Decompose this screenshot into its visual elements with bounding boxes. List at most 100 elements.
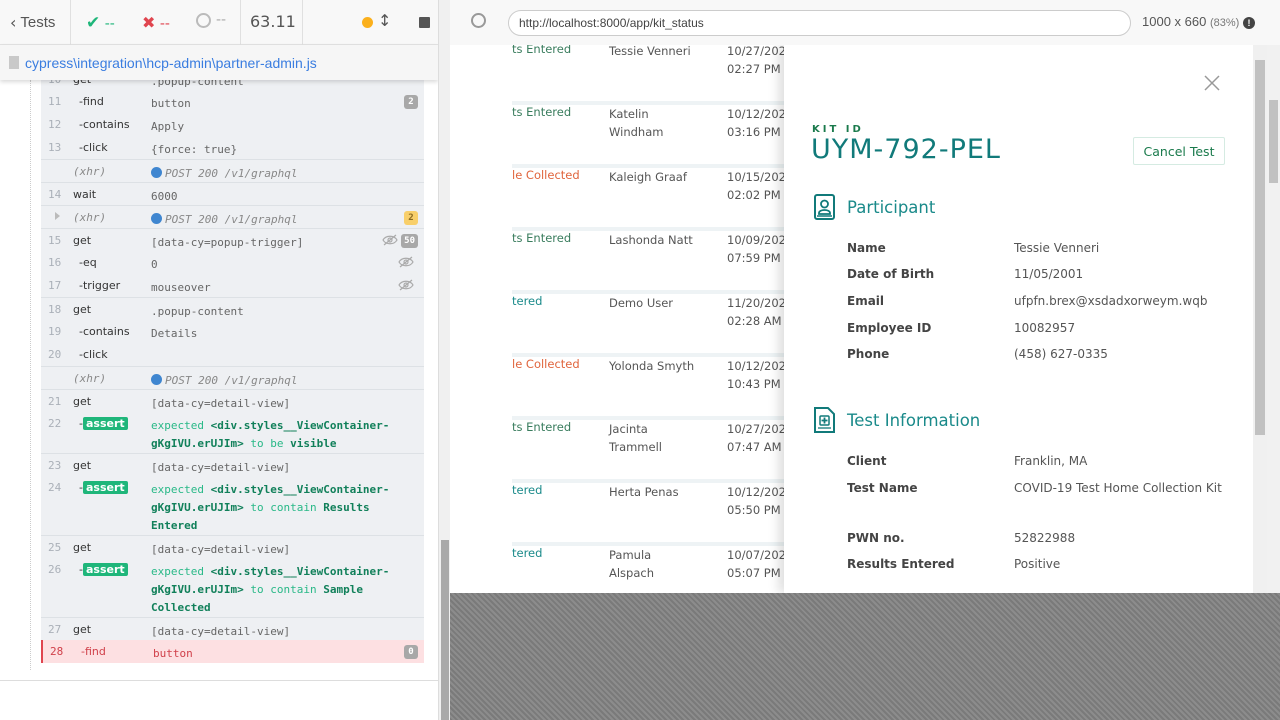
command-name: get [73, 541, 91, 554]
command-number: 13 [48, 141, 62, 154]
field-label: PWN no. [847, 531, 905, 545]
command-row[interactable]: 19 -contains Details [41, 320, 424, 343]
command-message: .popup-content [151, 303, 401, 321]
time: 10:43 PM [727, 377, 781, 391]
command-row[interactable]: 26 - assert expected <div.styles__ViewConta… [41, 558, 424, 617]
command-name: get [73, 623, 91, 636]
command-name-text: eq [82, 256, 97, 269]
browser-header: http://localhost:8000/app/kit_status 100… [450, 0, 1280, 45]
xhr-log-row[interactable]: (xhr) POST 200 /v1/graphql [41, 366, 424, 389]
drawer-scrollbar[interactable] [1253, 45, 1267, 593]
back-to-tests-button[interactable]: ‹ Tests [10, 13, 55, 32]
expand-caret-icon[interactable] [55, 212, 60, 220]
command-row[interactable]: 20 -click [41, 343, 424, 366]
field-label: Name [847, 241, 886, 255]
field-value: ufpfn.brex@xsdadxorweym.wqb [1014, 294, 1208, 308]
chevron-left-icon: ‹ [10, 13, 17, 32]
command-row[interactable]: 18 get .popup-content [41, 297, 424, 320]
field-label: Results Entered [847, 557, 955, 571]
participant-heading: Participant [847, 197, 936, 217]
command-message: 0 [151, 256, 401, 274]
field-value: Franklin, MA [1014, 454, 1088, 468]
command-row[interactable]: 28 -find button 0 [41, 640, 424, 663]
running-indicator-icon [362, 17, 373, 28]
command-number: 18 [48, 303, 62, 316]
field-label: Test Name [847, 481, 918, 495]
status-cell: tered [512, 294, 543, 308]
command-row[interactable]: 25 get [data-cy=detail-view] [41, 535, 424, 558]
date: 10/27/202 [727, 422, 786, 436]
url-bar[interactable]: http://localhost:8000/app/kit_status [508, 10, 1131, 36]
file-icon [9, 56, 19, 69]
spec-path-link[interactable]: cypress\integration\hcp-admin\partner-ad… [25, 55, 317, 71]
command-row[interactable]: 23 get [data-cy=detail-view] [41, 453, 424, 476]
command-number: 14 [48, 188, 62, 201]
field-label: Date of Birth [847, 267, 935, 281]
date: 10/15/202 [727, 170, 786, 184]
date-cell: 10/09/202 07:59 PM [727, 231, 786, 267]
count-badge: 50 [401, 234, 418, 248]
command-number: 21 [48, 395, 62, 408]
message-part: to contain [250, 583, 317, 596]
command-number: 23 [48, 459, 62, 472]
xhr-log-row[interactable]: (xhr) POST 200 /v1/graphql [41, 159, 424, 182]
date: 10/12/202 [727, 107, 786, 121]
command-message: POST 200 /v1/graphql [151, 372, 401, 390]
command-row[interactable]: 17 -trigger mouseover [41, 274, 424, 297]
stop-button[interactable] [419, 17, 430, 28]
command-name-text: contains [82, 325, 130, 338]
time: 07:47 AM [727, 440, 782, 454]
command-row[interactable]: 27 get [data-cy=detail-view] [41, 617, 424, 640]
command-name: (xhr) [73, 165, 107, 178]
message-part: 6000 [151, 190, 178, 203]
page-scrollbar[interactable] [1267, 45, 1280, 593]
reporter-scrollbar[interactable] [438, 0, 450, 720]
field-value: 52822988 [1014, 531, 1076, 545]
command-row[interactable]: 14 wait 6000 [41, 182, 424, 205]
auto-scroll-toggle-icon[interactable]: ↕ [378, 11, 391, 30]
pending-count: -- [196, 12, 226, 28]
status-cell: tered [512, 546, 543, 560]
date-cell: 11/20/202 02:28 AM [727, 294, 786, 330]
selector-playground-icon[interactable] [471, 13, 486, 28]
app-viewport: ts Entered Tessie Venneri 10/27/202 02:27 P… [450, 45, 1280, 593]
field-value: Positive [1014, 557, 1061, 571]
command-message: POST 200 /v1/graphql [151, 211, 401, 229]
participant-name-cell: Lashonda Natt [609, 233, 693, 247]
command-name: - assert [79, 563, 128, 576]
command-row[interactable]: 13 -click {force: true} [41, 136, 424, 159]
close-icon[interactable] [1202, 73, 1222, 93]
cancel-test-button[interactable]: Cancel Test [1133, 137, 1225, 165]
message-part: {force: true} [151, 143, 238, 156]
command-name: get [73, 459, 91, 472]
date: 10/12/202 [727, 359, 786, 373]
message-part: Apply [151, 120, 185, 133]
command-message: button [151, 95, 401, 113]
xhr-status-dot-icon [151, 374, 162, 385]
command-message: [data-cy=detail-view] [151, 459, 401, 477]
command-name: wait [73, 188, 96, 201]
command-row[interactable]: 15 get [data-cy=popup-trigger] 50 [41, 228, 424, 251]
command-row[interactable]: 21 get [data-cy=detail-view] [41, 389, 424, 412]
cypress-runner-panel: ‹ Tests ✔ -- ✖ -- -- 63.11 ↕ cypress\int… [0, 0, 438, 720]
command-row[interactable]: 22 - assert expected <div.styles__ViewConta… [41, 412, 424, 453]
time: 02:28 AM [727, 314, 782, 328]
field-value: Tessie Venneri [1014, 241, 1100, 255]
back-label: Tests [20, 14, 56, 31]
date: 10/09/202 [727, 233, 786, 247]
time: 02:27 PM [727, 62, 781, 76]
command-row[interactable]: 24 - assert expected <div.styles__ViewConta… [41, 476, 424, 535]
command-number: 15 [48, 234, 62, 247]
participant-id-card-icon [814, 194, 835, 220]
xhr-log-row[interactable]: (xhr) POST 200 /v1/graphql 2 [41, 205, 424, 228]
info-icon[interactable]: ! [1242, 17, 1255, 29]
participant-name-cell: Pamula Alspach [609, 548, 655, 580]
command-number: 26 [48, 563, 62, 576]
command-row[interactable]: 12 -contains Apply [41, 113, 424, 136]
command-row[interactable]: 11 -find button 2 [41, 90, 424, 113]
time: 05:50 PM [727, 503, 781, 517]
command-message: expected <div.styles__ViewContainer-gKgI… [151, 563, 401, 617]
command-message: [data-cy=detail-view] [151, 541, 401, 559]
command-row[interactable]: 16 -eq 0 [41, 251, 424, 274]
command-message: expected <div.styles__ViewContainer-gKgI… [151, 417, 401, 453]
